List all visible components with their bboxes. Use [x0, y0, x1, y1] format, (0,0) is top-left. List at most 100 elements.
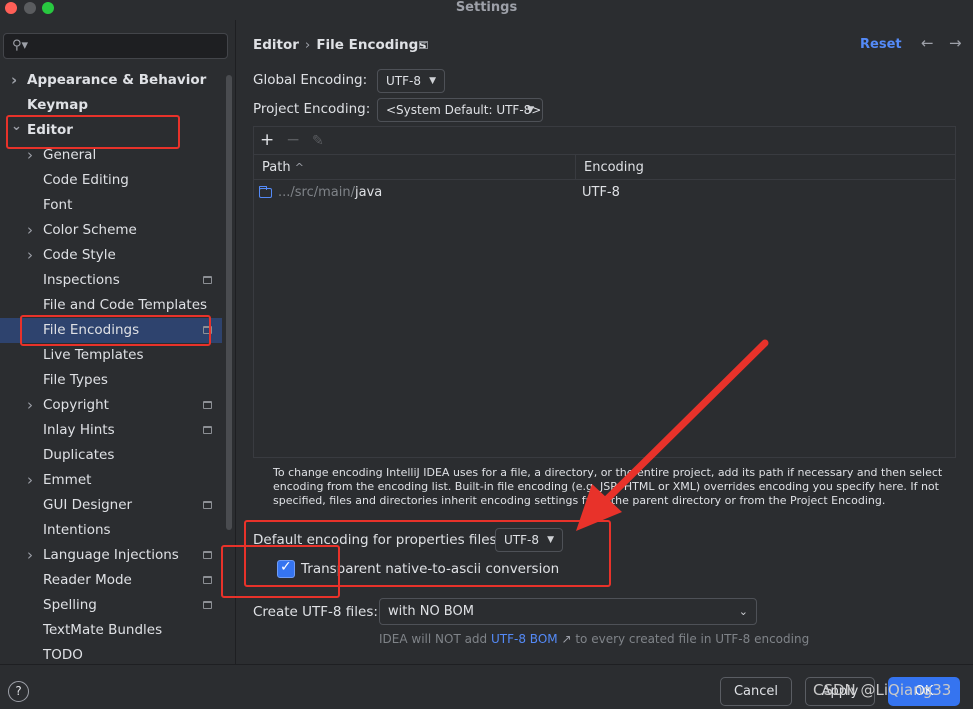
sidebar-item-label: TextMate Bundles — [43, 622, 163, 638]
project-encoding-combo[interactable]: <System Default: UTF-8> ▼ — [377, 98, 543, 122]
project-scope-icon — [419, 41, 428, 49]
sidebar-item-label: Code Editing — [43, 172, 129, 188]
breadcrumb: Editor › File Encodings — [253, 37, 426, 53]
sidebar-item-label: Color Scheme — [43, 222, 137, 238]
settings-search-input[interactable]: ⚲▾ — [3, 33, 228, 59]
chevron-right-icon[interactable]: › — [27, 218, 33, 243]
chevron-right-icon[interactable]: › — [11, 68, 17, 93]
sidebar-item-inspections[interactable]: Inspections — [0, 268, 222, 293]
sort-ascending-icon: ^ — [294, 161, 304, 174]
project-scope-icon — [203, 601, 212, 609]
sidebar-item-label: Code Style — [43, 247, 116, 263]
sidebar-item-gui-designer[interactable]: GUI Designer — [0, 493, 222, 518]
edit-icon[interactable]: ✎ — [312, 133, 324, 149]
sidebar-item-label: File and Code Templates — [43, 297, 208, 313]
help-button[interactable]: ? — [8, 681, 29, 702]
forward-arrow-icon[interactable]: → — [949, 34, 962, 52]
project-scope-icon — [203, 426, 212, 434]
back-arrow-icon[interactable]: ← — [921, 34, 934, 52]
cancel-button[interactable]: Cancel — [720, 677, 792, 706]
breadcrumb-editor[interactable]: Editor — [253, 37, 299, 53]
bom-hint: IDEA will NOT add UTF-8 BOM ↗ to every c… — [379, 632, 810, 646]
sidebar-item-label: Inspections — [43, 272, 120, 288]
column-divider[interactable] — [575, 155, 576, 180]
properties-encoding-label: Default encoding for properties files: — [253, 532, 502, 548]
sidebar-item-label: General — [43, 147, 97, 163]
sidebar-scrollbar[interactable] — [226, 75, 232, 530]
sidebar-item-label: File Types — [43, 372, 108, 388]
sidebar-item-code-style[interactable]: › Code Style — [0, 243, 222, 268]
chevron-right-icon[interactable]: › — [27, 143, 33, 168]
external-link-icon: ↗ — [561, 632, 572, 646]
watermark: CSDN @LiQiang33 — [813, 681, 952, 699]
encoding-help-text: To change encoding IntelliJ IDEA uses fo… — [273, 466, 943, 507]
chevron-right-icon[interactable]: › — [27, 543, 33, 568]
column-header-path[interactable]: Path ^ — [262, 155, 304, 180]
sidebar-item-language-injections[interactable]: › Language Injections — [0, 543, 222, 568]
global-encoding-combo[interactable]: UTF-8 ▼ — [377, 69, 445, 93]
chevron-right-icon[interactable]: › — [27, 243, 33, 268]
global-encoding-label: Global Encoding: — [253, 72, 368, 88]
project-scope-icon — [203, 551, 212, 559]
sidebar-item-general[interactable]: › General — [0, 143, 222, 168]
chevron-right-icon[interactable]: › — [27, 468, 33, 493]
chevron-down-icon: ▼ — [547, 535, 554, 545]
table-toolbar: + − ✎ — [254, 127, 955, 155]
sidebar-item-file-and-code-templates[interactable]: File and Code Templates — [0, 293, 222, 318]
properties-encoding-combo[interactable]: UTF-8 ▼ — [495, 528, 563, 552]
project-scope-icon — [203, 501, 212, 509]
sidebar-item-keymap[interactable]: Keymap — [0, 93, 222, 118]
sidebar-item-label: Language Injections — [43, 547, 179, 563]
sidebar-item-copyright[interactable]: › Copyright — [0, 393, 222, 418]
reset-button[interactable]: Reset — [860, 37, 902, 52]
project-scope-icon — [203, 576, 212, 584]
sidebar-item-file-encodings[interactable]: File Encodings — [0, 318, 222, 343]
sidebar-item-label: Font — [43, 197, 73, 213]
add-icon[interactable]: + — [260, 130, 274, 150]
chevron-down-icon[interactable]: ⌄ — [11, 114, 22, 139]
project-scope-icon — [203, 276, 212, 284]
sidebar-item-label: Live Templates — [43, 347, 144, 363]
folder-icon — [259, 186, 272, 198]
breadcrumb-file-encodings: File Encodings — [316, 37, 427, 53]
title-bar: Settings — [0, 0, 973, 20]
sidebar-item-label: Editor — [27, 122, 73, 138]
sidebar-item-duplicates[interactable]: Duplicates — [0, 443, 222, 468]
sidebar-item-label: File Encodings — [43, 322, 140, 338]
sidebar-item-appearance-behavior[interactable]: › Appearance & Behavior — [0, 68, 222, 93]
chevron-down-icon: ⌄ — [738, 605, 748, 618]
create-utf8-label: Create UTF-8 files: — [253, 604, 378, 620]
sidebar-item-label: Intentions — [43, 522, 111, 538]
sidebar-item-emmet[interactable]: › Emmet — [0, 468, 222, 493]
sidebar-item-label: Keymap — [27, 97, 89, 113]
project-scope-icon — [203, 401, 212, 409]
sidebar-item-label: Duplicates — [43, 447, 115, 463]
sidebar-item-code-editing[interactable]: Code Editing — [0, 168, 222, 193]
sidebar-item-label: Inlay Hints — [43, 422, 115, 438]
utf8-bom-link[interactable]: UTF-8 BOM — [491, 632, 558, 646]
sidebar-item-reader-mode[interactable]: Reader Mode — [0, 568, 222, 593]
transparent-conversion-label[interactable]: Transparent native-to-ascii conversion — [301, 561, 559, 577]
remove-icon[interactable]: − — [286, 130, 300, 150]
sidebar-item-file-types[interactable]: File Types — [0, 368, 222, 393]
sidebar-item-font[interactable]: Font — [0, 193, 222, 218]
sidebar-item-inlay-hints[interactable]: Inlay Hints — [0, 418, 222, 443]
project-encoding-label: Project Encoding: — [253, 101, 371, 117]
sidebar-item-editor[interactable]: ⌄ Editor — [0, 118, 222, 143]
sidebar-item-textmate-bundles[interactable]: TextMate Bundles — [0, 618, 222, 643]
row-encoding[interactable]: UTF-8 — [582, 180, 620, 205]
transparent-conversion-checkbox[interactable]: ✓ — [277, 559, 295, 578]
bom-combo[interactable]: with NO BOM ⌄ — [379, 598, 757, 625]
sidebar-item-intentions[interactable]: Intentions — [0, 518, 222, 543]
global-encoding-value: UTF-8 — [386, 74, 421, 88]
path-encoding-table: + − ✎ Path ^ Encoding .../src/main/java … — [253, 126, 956, 458]
column-header-encoding[interactable]: Encoding — [584, 155, 644, 180]
sidebar-item-color-scheme[interactable]: › Color Scheme — [0, 218, 222, 243]
settings-sidebar: ⚲▾ › Appearance & Behavior Keymap ⌄ Editor › G… — [0, 20, 236, 664]
row-path: .../src/main/java — [278, 185, 383, 200]
chevron-right-icon[interactable]: › — [27, 393, 33, 418]
file-encodings-panel: Editor › File Encodings Reset ← → Global E… — [237, 20, 973, 664]
table-row[interactable]: .../src/main/java UTF-8 — [254, 180, 955, 205]
sidebar-item-spelling[interactable]: Spelling — [0, 593, 222, 618]
sidebar-item-live-templates[interactable]: Live Templates — [0, 343, 222, 368]
